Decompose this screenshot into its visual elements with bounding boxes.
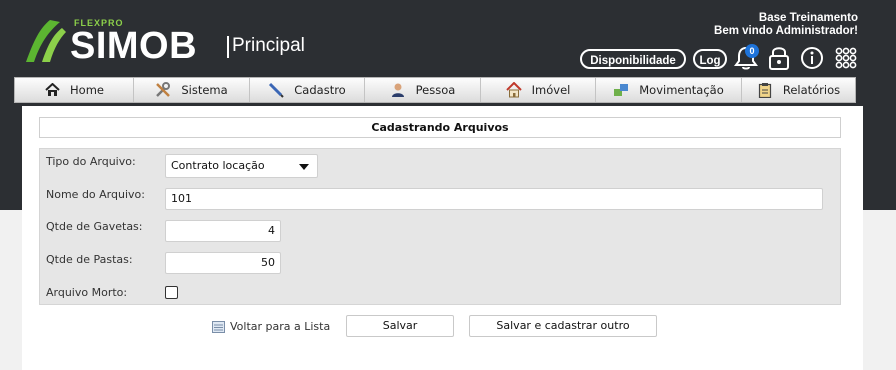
salvar-cadastrar-outro-button[interactable]: Salvar e cadastrar outro bbox=[469, 315, 657, 337]
menu-item-imovel[interactable]: Imóvel bbox=[481, 78, 596, 102]
brand-name: SIMOB bbox=[70, 25, 198, 67]
qtde-gavetas-label: Qtde de Gavetas: bbox=[46, 220, 143, 233]
brand-section: Principal bbox=[232, 35, 305, 56]
archive-form: Tipo do Arquivo: Contrato locação Nome d… bbox=[39, 148, 841, 305]
salvar-button[interactable]: Salvar bbox=[346, 315, 454, 337]
house-icon bbox=[505, 82, 522, 98]
chevron-down-icon bbox=[299, 164, 309, 170]
arquivo-morto-label: Arquivo Morto: bbox=[46, 286, 128, 299]
tipo-arquivo-value: Contrato locação bbox=[171, 159, 265, 172]
menu-item-label: Home bbox=[70, 83, 104, 97]
arquivo-morto-checkbox[interactable] bbox=[165, 286, 178, 299]
menu-item-movimentacao[interactable]: Movimentação bbox=[596, 78, 742, 102]
exchange-icon bbox=[613, 82, 629, 98]
person-icon bbox=[390, 82, 406, 98]
apps-grid-icon[interactable] bbox=[832, 44, 860, 72]
clipboard-icon bbox=[757, 82, 773, 98]
menu-item-home[interactable]: Home bbox=[15, 78, 134, 102]
pencil-icon bbox=[268, 82, 284, 98]
user-info: Base Treinamento Bem vindo Administrador… bbox=[714, 12, 858, 38]
menu-item-label: Imóvel bbox=[531, 83, 571, 97]
disponibilidade-button[interactable]: Disponibilidade bbox=[580, 49, 686, 69]
menu-item-pessoa[interactable]: Pessoa bbox=[365, 78, 481, 102]
info-icon[interactable] bbox=[798, 44, 826, 72]
menu-item-label: Cadastro bbox=[294, 83, 346, 97]
brand-separator bbox=[227, 36, 229, 58]
menu-item-label: Movimentação bbox=[639, 83, 724, 97]
main-menu: Home Sistema Cadastro Pessoa Imóvel Movi… bbox=[14, 77, 856, 103]
voltar-lista-label: Voltar para a Lista bbox=[230, 320, 331, 333]
form-actions: Voltar para a Lista Salvar Salvar e cada… bbox=[22, 315, 863, 339]
welcome-message: Bem vindo Administrador! bbox=[714, 25, 858, 37]
nome-arquivo-label: Nome do Arquivo: bbox=[46, 188, 145, 201]
qtde-gavetas-input[interactable]: 4 bbox=[165, 220, 281, 242]
lock-icon[interactable] bbox=[766, 44, 792, 72]
menu-item-cadastro[interactable]: Cadastro bbox=[250, 78, 365, 102]
qtde-pastas-label: Qtde de Pastas: bbox=[46, 253, 133, 266]
home-icon bbox=[44, 82, 60, 98]
menu-item-sistema[interactable]: Sistema bbox=[134, 78, 250, 102]
tipo-arquivo-label: Tipo do Arquivo: bbox=[46, 155, 136, 168]
qtde-pastas-input[interactable]: 50 bbox=[165, 252, 281, 274]
menu-item-label: Pessoa bbox=[415, 83, 456, 97]
database-name: Base Treinamento bbox=[758, 12, 858, 24]
form-title: Cadastrando Arquivos bbox=[39, 117, 841, 138]
tipo-arquivo-select[interactable]: Contrato locação bbox=[165, 154, 318, 178]
menu-item-label: Relatórios bbox=[782, 83, 841, 97]
list-icon bbox=[212, 320, 225, 333]
menu-item-label: Sistema bbox=[181, 83, 228, 97]
flexpro-swoosh-icon bbox=[26, 20, 66, 62]
notifications-badge: 0 bbox=[745, 44, 759, 58]
voltar-lista-link[interactable]: Voltar para a Lista bbox=[212, 320, 330, 333]
simob-logo[interactable]: FLEXPRO SIMOB Principal bbox=[20, 16, 320, 66]
tools-icon bbox=[155, 82, 171, 98]
content-panel: Cadastrando Arquivos Tipo do Arquivo: Co… bbox=[22, 106, 863, 370]
log-button[interactable]: Log bbox=[693, 49, 727, 69]
menu-item-relatorios[interactable]: Relatórios bbox=[742, 78, 855, 102]
nome-arquivo-input[interactable]: 101 bbox=[165, 188, 823, 210]
